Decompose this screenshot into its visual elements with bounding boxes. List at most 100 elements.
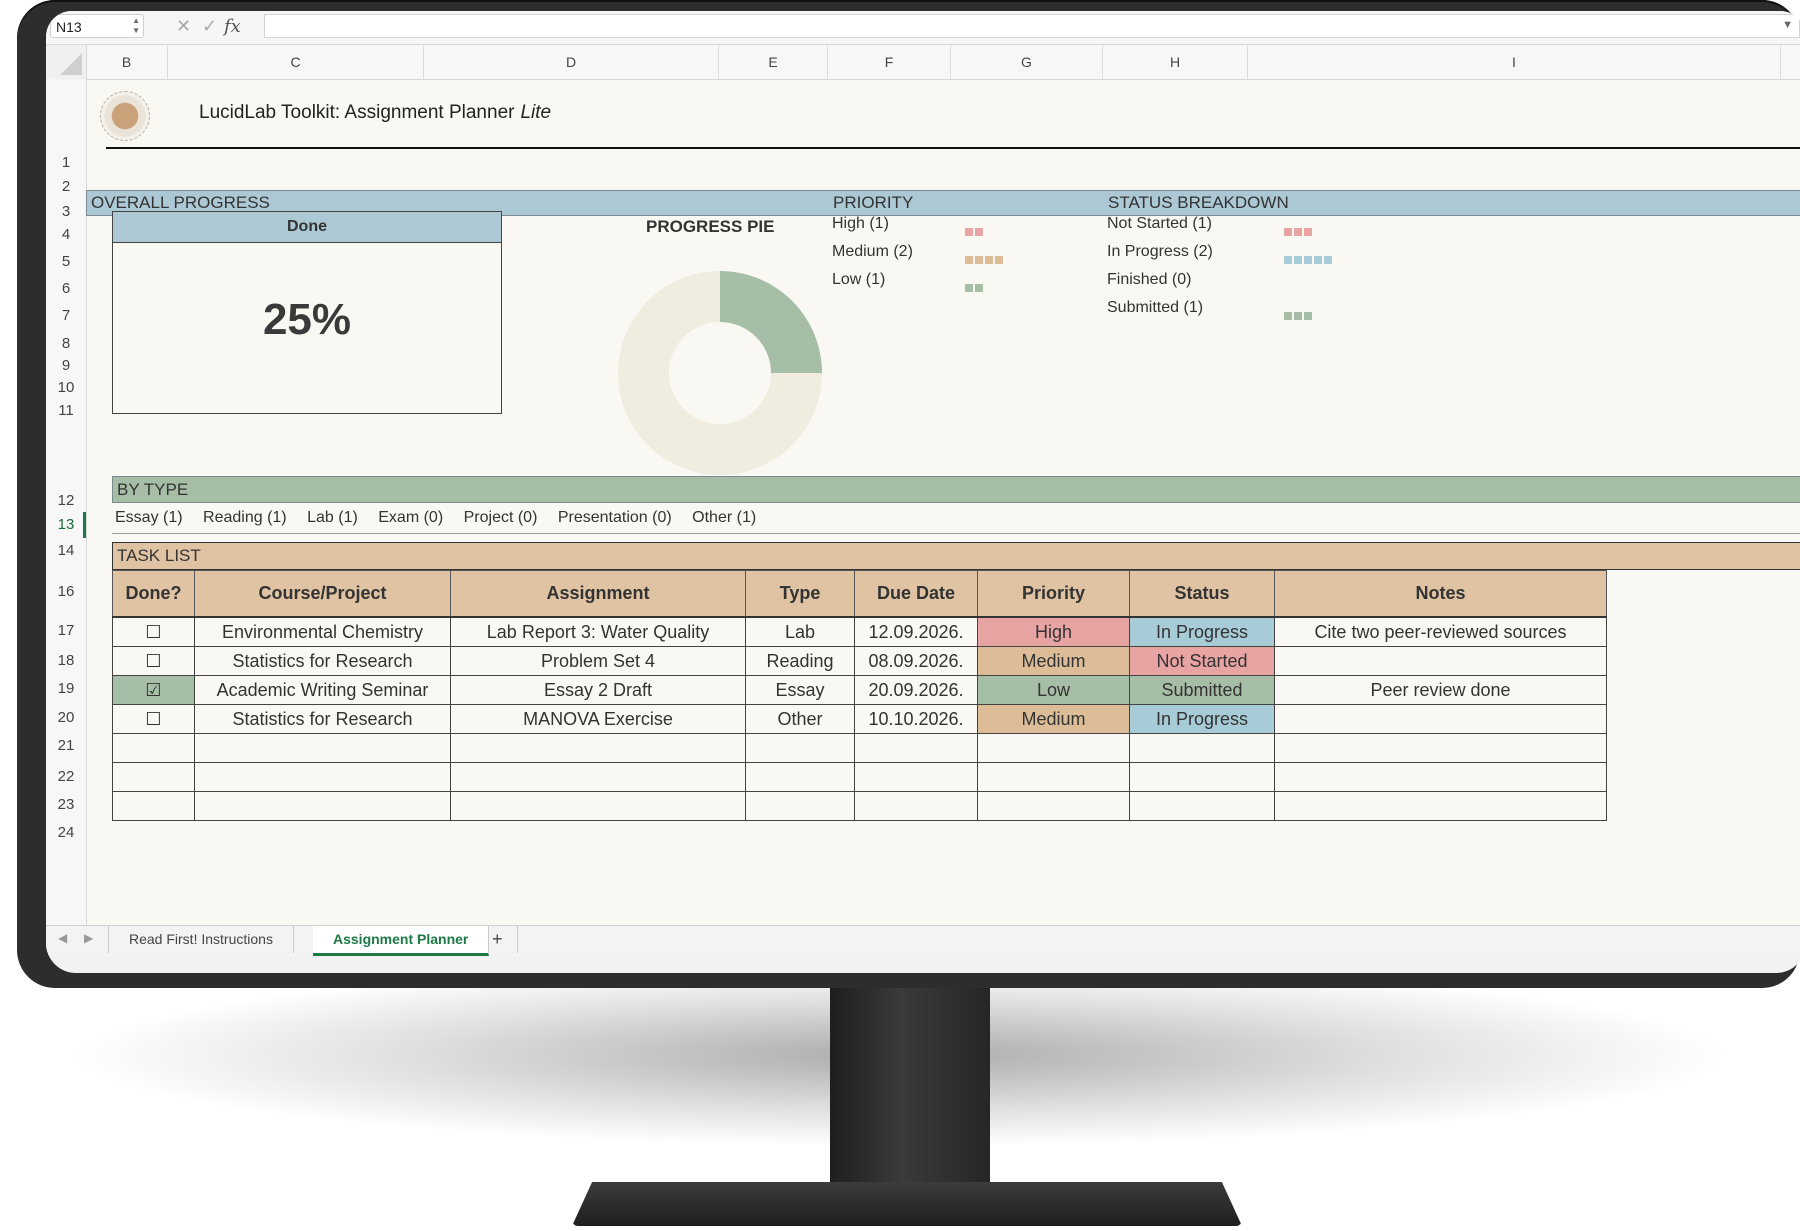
tab-read-first-instructions[interactable]: Read First! Instructions	[108, 926, 294, 953]
row-header[interactable]: 8	[46, 335, 86, 352]
empty-cell[interactable]	[450, 762, 746, 792]
row-header[interactable]: 1	[46, 154, 86, 171]
done-checkbox[interactable]: ☐	[112, 704, 195, 734]
empty-cell[interactable]	[194, 762, 451, 792]
assignment-cell[interactable]: Problem Set 4	[450, 646, 746, 676]
column-header-d[interactable]: D	[424, 45, 719, 79]
row-header[interactable]: 17	[46, 622, 86, 639]
row-header[interactable]: 5	[46, 253, 86, 270]
row-header[interactable]: 3	[46, 203, 86, 220]
priority-cell[interactable]: High	[977, 616, 1130, 647]
row-header[interactable]: 4	[46, 226, 86, 243]
done-checkbox[interactable]: ☑	[112, 675, 195, 705]
row-header[interactable]: 12	[46, 492, 86, 509]
row-header[interactable]: 2	[46, 178, 86, 195]
row-header[interactable]: 6	[46, 280, 86, 297]
due-date-cell[interactable]: 10.10.2026.	[854, 704, 978, 734]
notes-cell[interactable]: Cite two peer-reviewed sources	[1274, 616, 1607, 647]
type-cell[interactable]: Lab	[745, 616, 855, 647]
notes-cell[interactable]	[1274, 646, 1607, 676]
column-header-g[interactable]: G	[951, 45, 1103, 79]
header-due-date[interactable]: Due Date	[854, 570, 978, 618]
empty-cell[interactable]	[450, 791, 746, 821]
due-date-cell[interactable]: 08.09.2026.	[854, 646, 978, 676]
column-header-h[interactable]: H	[1103, 45, 1248, 79]
status-cell[interactable]: Submitted	[1129, 675, 1275, 705]
tab-assignment-planner[interactable]: Assignment Planner	[313, 926, 490, 956]
type-cell[interactable]: Essay	[745, 675, 855, 705]
assignment-cell[interactable]: Essay 2 Draft	[450, 675, 746, 705]
status-cell[interactable]: Not Started	[1129, 646, 1275, 676]
course-cell[interactable]: Statistics for Research	[194, 646, 451, 676]
priority-cell[interactable]: Low	[977, 675, 1130, 705]
header-course[interactable]: Course/Project	[194, 570, 451, 618]
row-header[interactable]: 14	[46, 542, 86, 559]
name-box[interactable]: N13 ▲ ▼	[50, 14, 144, 38]
row-header[interactable]: 19	[46, 680, 86, 697]
row-header[interactable]: 10	[46, 379, 86, 396]
priority-cell[interactable]: Medium	[977, 646, 1130, 676]
empty-cell[interactable]	[1129, 762, 1275, 792]
row-header[interactable]: 9	[46, 357, 86, 374]
header-priority[interactable]: Priority	[977, 570, 1130, 618]
insert-function-icon[interactable]: fx	[224, 16, 241, 37]
empty-cell[interactable]	[854, 733, 978, 763]
header-status[interactable]: Status	[1129, 570, 1275, 618]
empty-cell[interactable]	[1274, 733, 1607, 763]
empty-cell[interactable]	[1129, 733, 1275, 763]
row-header[interactable]: 21	[46, 737, 86, 754]
status-cell[interactable]: In Progress	[1129, 616, 1275, 647]
header-assignment[interactable]: Assignment	[450, 570, 746, 618]
header-done[interactable]: Done?	[112, 570, 195, 618]
empty-cell[interactable]	[112, 733, 195, 763]
assignment-cell[interactable]: MANOVA Exercise	[450, 704, 746, 734]
empty-cell[interactable]	[194, 791, 451, 821]
row-header[interactable]: 16	[46, 583, 86, 600]
column-header-b[interactable]: B	[86, 45, 168, 79]
row-header[interactable]: 20	[46, 709, 86, 726]
empty-cell[interactable]	[745, 791, 855, 821]
empty-cell[interactable]	[1129, 791, 1275, 821]
empty-cell[interactable]	[854, 791, 978, 821]
next-sheet-icon[interactable]: ▶	[84, 931, 93, 945]
column-header-i[interactable]: I	[1248, 45, 1781, 79]
notes-cell[interactable]: Peer review done	[1274, 675, 1607, 705]
empty-cell[interactable]	[745, 762, 855, 792]
empty-cell[interactable]	[1274, 762, 1607, 792]
formula-input[interactable]: ▼	[264, 14, 1800, 38]
status-cell[interactable]: In Progress	[1129, 704, 1275, 734]
due-date-cell[interactable]: 12.09.2026.	[854, 616, 978, 647]
empty-cell[interactable]	[977, 762, 1130, 792]
column-header-f[interactable]: F	[828, 45, 951, 79]
empty-cell[interactable]	[745, 733, 855, 763]
select-all-corner[interactable]	[46, 45, 87, 79]
type-cell[interactable]: Other	[745, 704, 855, 734]
due-date-cell[interactable]: 20.09.2026.	[854, 675, 978, 705]
course-cell[interactable]: Academic Writing Seminar	[194, 675, 451, 705]
type-cell[interactable]: Reading	[745, 646, 855, 676]
row-header[interactable]: 18	[46, 652, 86, 669]
prev-sheet-icon[interactable]: ◀	[58, 931, 67, 945]
priority-cell[interactable]: Medium	[977, 704, 1130, 734]
header-type[interactable]: Type	[745, 570, 855, 618]
name-box-stepper-icon[interactable]: ▲ ▼	[132, 16, 140, 36]
course-cell[interactable]: Environmental Chemistry	[194, 616, 451, 647]
row-header[interactable]: 23	[46, 796, 86, 813]
empty-cell[interactable]	[450, 733, 746, 763]
assignment-cell[interactable]: Lab Report 3: Water Quality	[450, 616, 746, 647]
row-header[interactable]: 22	[46, 768, 86, 785]
enter-icon[interactable]: ✓	[202, 16, 217, 37]
row-header-active[interactable]: 13	[46, 516, 86, 533]
expand-formula-icon[interactable]: ▼	[1782, 19, 1793, 31]
empty-cell[interactable]	[1274, 791, 1607, 821]
done-checkbox[interactable]: ☐	[112, 646, 195, 676]
row-header[interactable]: 7	[46, 307, 86, 324]
course-cell[interactable]: Statistics for Research	[194, 704, 451, 734]
empty-cell[interactable]	[977, 733, 1130, 763]
row-header[interactable]: 24	[46, 824, 86, 841]
column-header-c[interactable]: C	[168, 45, 424, 79]
notes-cell[interactable]	[1274, 704, 1607, 734]
header-notes[interactable]: Notes	[1274, 570, 1607, 618]
empty-cell[interactable]	[194, 733, 451, 763]
empty-cell[interactable]	[112, 791, 195, 821]
